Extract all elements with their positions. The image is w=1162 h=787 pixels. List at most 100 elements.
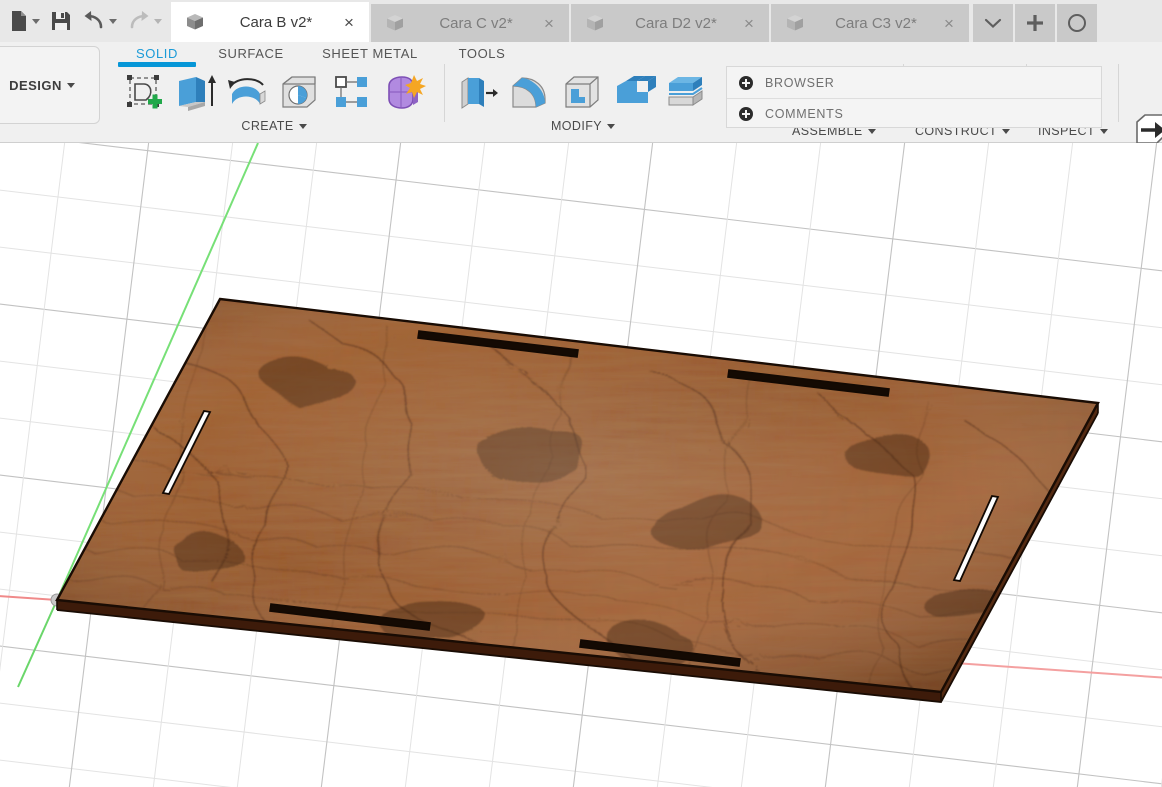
browser-section-header[interactable]: BROWSER	[727, 67, 1101, 98]
document-tab-label: Cara D2 v2*	[635, 14, 717, 32]
viewport-canvas[interactable]	[0, 143, 1162, 787]
side-panel: BROWSER COMMENTS	[726, 66, 1102, 128]
document-tab-1[interactable]: Cara C v2* ×	[371, 4, 569, 42]
ribbon-tab-solid[interactable]: SOLID	[118, 46, 196, 69]
ribbon-tab-sheet-metal[interactable]: SHEET METAL	[306, 46, 434, 69]
chevron-down-icon	[984, 18, 1002, 29]
close-tab-button[interactable]: ×	[739, 13, 759, 33]
new-tab-button[interactable]	[1015, 4, 1055, 42]
hole-icon	[282, 76, 316, 108]
create-label-text: CREATE	[241, 119, 294, 133]
ribbon-tab-label: SHEET METAL	[322, 46, 418, 61]
fillet-icon	[512, 77, 546, 108]
chevron-down-icon	[867, 128, 876, 134]
workspace-label: DESIGN	[9, 77, 62, 93]
revolve-icon	[228, 78, 266, 105]
close-tab-button[interactable]: ×	[939, 13, 959, 33]
comments-label: COMMENTS	[765, 107, 844, 121]
document-tab-label: Cara C3 v2*	[835, 14, 917, 32]
chevron-down-icon	[1002, 128, 1011, 134]
tab-bar-buttons	[971, 0, 1097, 42]
combine-tool[interactable]	[608, 68, 660, 116]
axis-y-negative	[17, 599, 58, 688]
redo-icon	[130, 11, 149, 29]
shell-icon	[565, 76, 599, 108]
ribbon-tab-label: SOLID	[135, 46, 178, 61]
help-icon	[1068, 14, 1086, 32]
new-document-button[interactable]	[4, 0, 45, 42]
ribbon: DESIGN SOLID SURFACE SHEET METAL TOOLS C…	[0, 42, 1162, 144]
wood-grain	[57, 299, 1098, 692]
press-pull-icon	[461, 77, 498, 109]
cube-icon	[387, 15, 403, 31]
ribbon-tab-label: TOOLS	[458, 46, 506, 61]
rect-pattern-icon	[335, 76, 367, 107]
viewport-scene	[0, 143, 1162, 787]
modify-panel-tools	[452, 68, 718, 116]
document-tab-0[interactable]: Cara B v2* ×	[171, 2, 369, 42]
cube-icon	[787, 15, 803, 31]
create-form-icon	[388, 75, 426, 109]
undo-icon	[84, 11, 103, 29]
help-button[interactable]	[1057, 4, 1097, 42]
ribbon-tab-label: SURFACE	[218, 46, 284, 61]
revolve-tool[interactable]	[222, 68, 274, 116]
ribbon-tab-tools[interactable]: TOOLS	[434, 46, 530, 69]
ribbon-tab-strip: SOLID SURFACE SHEET METAL TOOLS	[118, 46, 530, 69]
document-tab-label: Cara C v2*	[439, 14, 513, 32]
create-panel-tools	[118, 68, 438, 116]
tab-bar: Cara B v2* × Cara C v2* × Cara D2 v2* × …	[0, 0, 1162, 42]
cube-icon	[587, 15, 603, 31]
chevron-down-icon	[66, 82, 75, 88]
plus-icon[interactable]	[739, 107, 753, 121]
chevron-down-icon	[607, 123, 615, 129]
redo-button[interactable]	[122, 0, 167, 42]
chevron-down-icon	[154, 18, 162, 24]
chevron-down-icon	[298, 123, 307, 129]
cube-icon	[187, 14, 203, 30]
tab-overflow-button[interactable]	[973, 4, 1013, 42]
press-pull-tool[interactable]	[452, 68, 504, 116]
save-icon	[52, 12, 70, 30]
sketch-plus-icon	[127, 75, 162, 109]
modify-panel: MODIFY	[452, 68, 718, 133]
active-tab-underline	[118, 62, 196, 67]
workspace-selector[interactable]: DESIGN	[0, 46, 100, 124]
document-tab-2[interactable]: Cara D2 v2* ×	[571, 4, 769, 42]
create-sketch-tool[interactable]	[118, 68, 170, 116]
modify-label-text: MODIFY	[550, 119, 602, 133]
create-panel-label[interactable]: CREATE	[118, 119, 430, 133]
file-icon	[12, 11, 26, 31]
create-form-tool[interactable]	[378, 68, 430, 116]
panel-divider	[1118, 64, 1119, 122]
browser-label: BROWSER	[765, 75, 835, 90]
close-tab-button[interactable]: ×	[339, 12, 359, 32]
extrude-tool[interactable]	[170, 68, 222, 116]
combine-icon	[617, 76, 656, 103]
chevron-down-icon	[109, 18, 117, 24]
ribbon-tab-surface[interactable]: SURFACE	[196, 46, 306, 69]
document-tab-3[interactable]: Cara C3 v2* ×	[771, 4, 969, 42]
chevron-down-icon	[1099, 128, 1108, 134]
comments-section-header[interactable]: COMMENTS	[727, 98, 1101, 129]
wood-panel-model[interactable]	[40, 288, 1115, 787]
document-tab-label: Cara B v2*	[239, 13, 313, 31]
hole-tool[interactable]	[274, 68, 326, 116]
chevron-down-icon	[32, 18, 40, 24]
fillet-tool[interactable]	[504, 68, 556, 116]
rectangular-pattern-tool[interactable]	[326, 68, 378, 116]
shell-tool[interactable]	[556, 68, 608, 116]
plus-icon	[1027, 15, 1043, 31]
panel-divider	[444, 64, 445, 122]
create-panel: CREATE	[118, 68, 438, 133]
plus-icon[interactable]	[739, 75, 753, 90]
offset-face-tool[interactable]	[660, 68, 712, 116]
quick-access-toolbar	[0, 0, 171, 42]
modify-panel-label[interactable]: MODIFY	[452, 119, 714, 133]
document-tabs: Cara B v2* × Cara C v2* × Cara D2 v2* × …	[171, 0, 971, 42]
extrude-icon	[179, 75, 216, 111]
save-button[interactable]	[45, 0, 77, 42]
close-tab-button[interactable]: ×	[539, 13, 559, 33]
offset-face-icon	[668, 77, 703, 106]
undo-button[interactable]	[77, 0, 122, 42]
